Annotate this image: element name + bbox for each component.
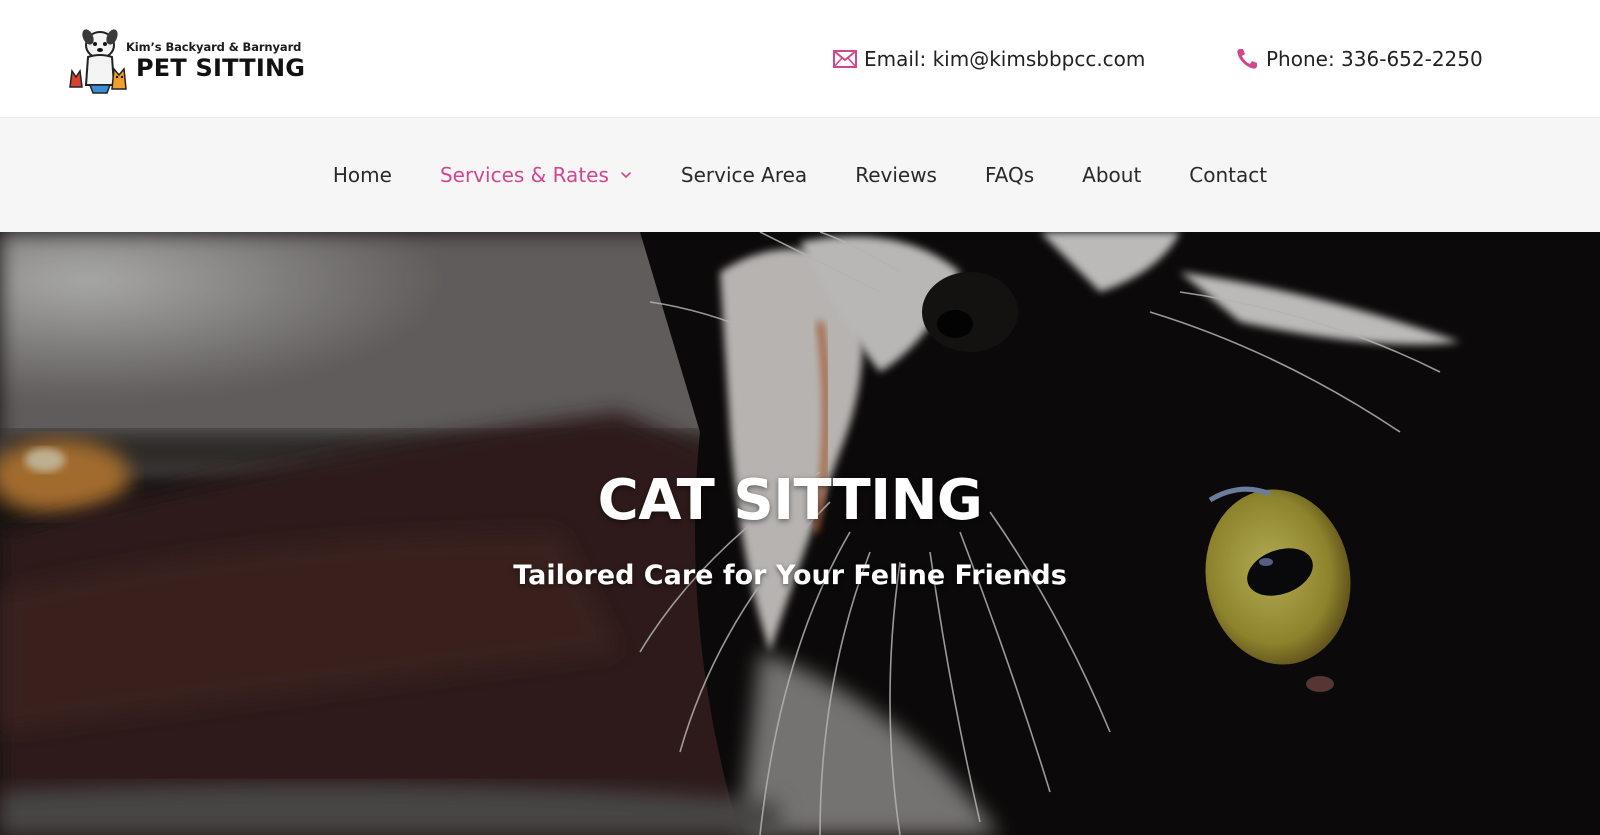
- nav-item-faqs[interactable]: FAQs: [985, 163, 1034, 187]
- logo-tagline: Kim’s Backyard & Barnyard: [126, 40, 302, 54]
- nav-item-service-area[interactable]: Service Area: [681, 163, 807, 187]
- main-navigation: Home Services & Rates Service Area Revie…: [0, 118, 1600, 232]
- nav-item-label: Services & Rates: [439, 163, 609, 187]
- phone-icon: [1234, 46, 1260, 72]
- logo-title: PET SITTING: [136, 54, 306, 82]
- nav-item-label: FAQs: [984, 163, 1035, 187]
- dog-and-cats-logo-icon: [69, 29, 127, 94]
- nav-item-label: Contact: [1189, 163, 1268, 187]
- email-contact[interactable]: Email: kim@kimsbbpcc.com: [832, 46, 1145, 72]
- nav-item-label: About: [1082, 163, 1142, 187]
- nav-item-label: Service Area: [680, 163, 808, 187]
- nav-item-home[interactable]: Home: [333, 163, 392, 187]
- chevron-down-icon[interactable]: [619, 168, 633, 182]
- hero-subtitle: Tailored Care for Your Feline Friends: [513, 560, 1067, 591]
- nav-item-label: Home: [332, 163, 392, 187]
- nav-item-about[interactable]: About: [1082, 163, 1141, 187]
- nav-item-contact[interactable]: Contact: [1189, 163, 1267, 187]
- nav-list: Home Services & Rates Service Area Revie…: [0, 118, 1600, 232]
- phone-contact[interactable]: Phone: 336-652-2250: [1234, 46, 1483, 72]
- nav-item-reviews[interactable]: Reviews: [855, 163, 937, 187]
- nav-item-label: Reviews: [855, 163, 937, 187]
- email-text: Email: kim@kimsbbpcc.com: [864, 47, 1146, 71]
- top-header: Kim’s Backyard & Barnyard PET SITTING Em…: [0, 0, 1600, 118]
- phone-text: Phone: 336-652-2250: [1266, 47, 1483, 71]
- hero-title: CAT SITTING: [597, 468, 983, 533]
- hero-overlay: [0, 232, 1600, 835]
- site-logo[interactable]: Kim’s Backyard & Barnyard PET SITTING: [66, 27, 336, 97]
- envelope-icon: [832, 46, 858, 72]
- hero-banner: CAT SITTING Tailored Care for Your Felin…: [0, 232, 1600, 835]
- nav-item-services-rates[interactable]: Services & Rates: [440, 163, 633, 187]
